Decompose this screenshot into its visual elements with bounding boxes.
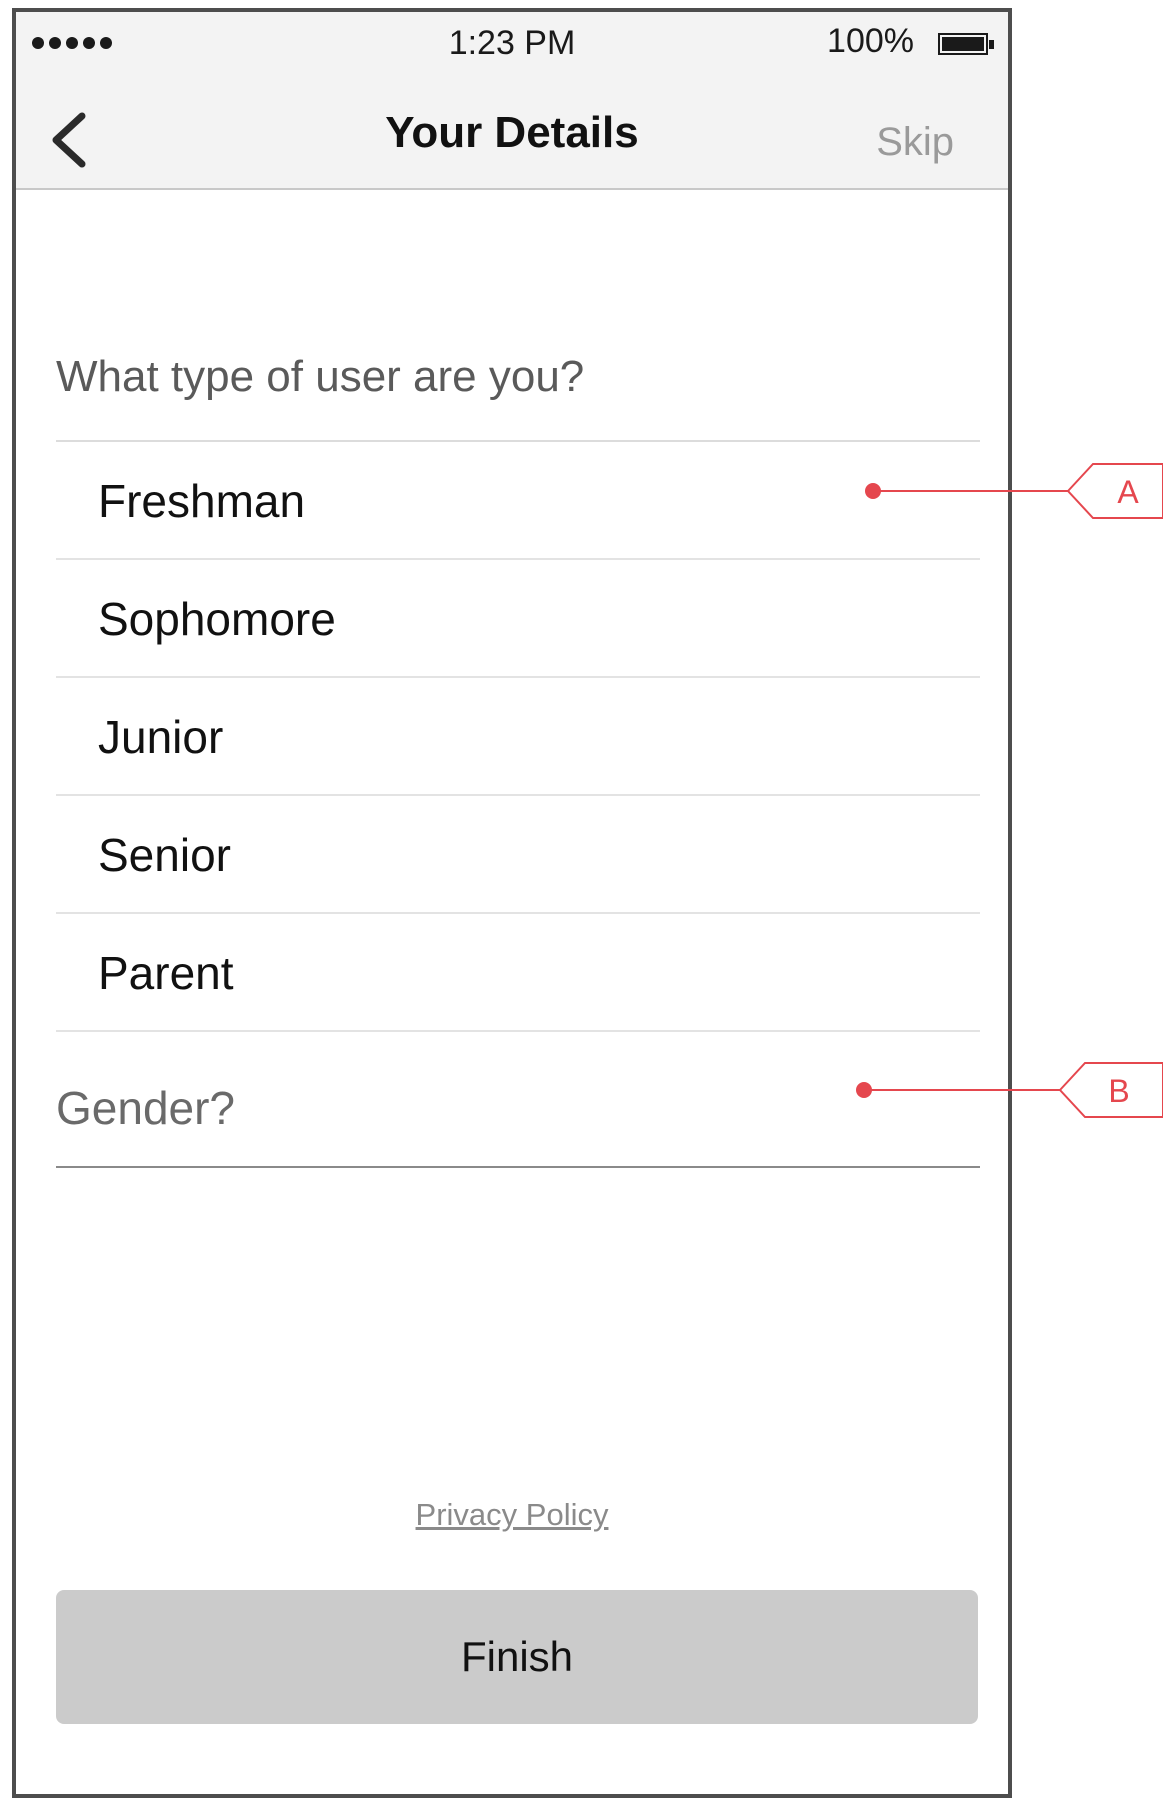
page-title: Your Details bbox=[385, 108, 639, 157]
annotation-b-label: B bbox=[1108, 1073, 1129, 1109]
option-freshman[interactable]: Freshman bbox=[56, 442, 980, 560]
gender-field[interactable]: Gender? bbox=[56, 1052, 980, 1168]
option-junior[interactable]: Junior bbox=[56, 678, 980, 796]
annotation-a-label: A bbox=[1117, 474, 1139, 510]
skip-button[interactable]: Skip bbox=[876, 120, 954, 165]
battery-percentage: 100% bbox=[827, 22, 914, 60]
privacy-policy-link[interactable]: Privacy Policy bbox=[16, 1497, 1008, 1533]
navigation-bar: Your Details Skip bbox=[16, 88, 1008, 190]
finish-button[interactable]: Finish bbox=[56, 1590, 978, 1724]
user-type-question: What type of user are you? bbox=[56, 352, 585, 401]
phone-frame: 1:23 PM 100% Your Details Skip What type… bbox=[12, 8, 1012, 1798]
option-sophomore[interactable]: Sophomore bbox=[56, 560, 980, 678]
option-parent[interactable]: Parent bbox=[56, 914, 980, 1032]
user-type-options: Freshman Sophomore Junior Senior Parent bbox=[56, 440, 980, 1032]
status-bar: 1:23 PM 100% bbox=[16, 12, 1008, 88]
option-senior[interactable]: Senior bbox=[56, 796, 980, 914]
battery-icon bbox=[938, 33, 994, 55]
